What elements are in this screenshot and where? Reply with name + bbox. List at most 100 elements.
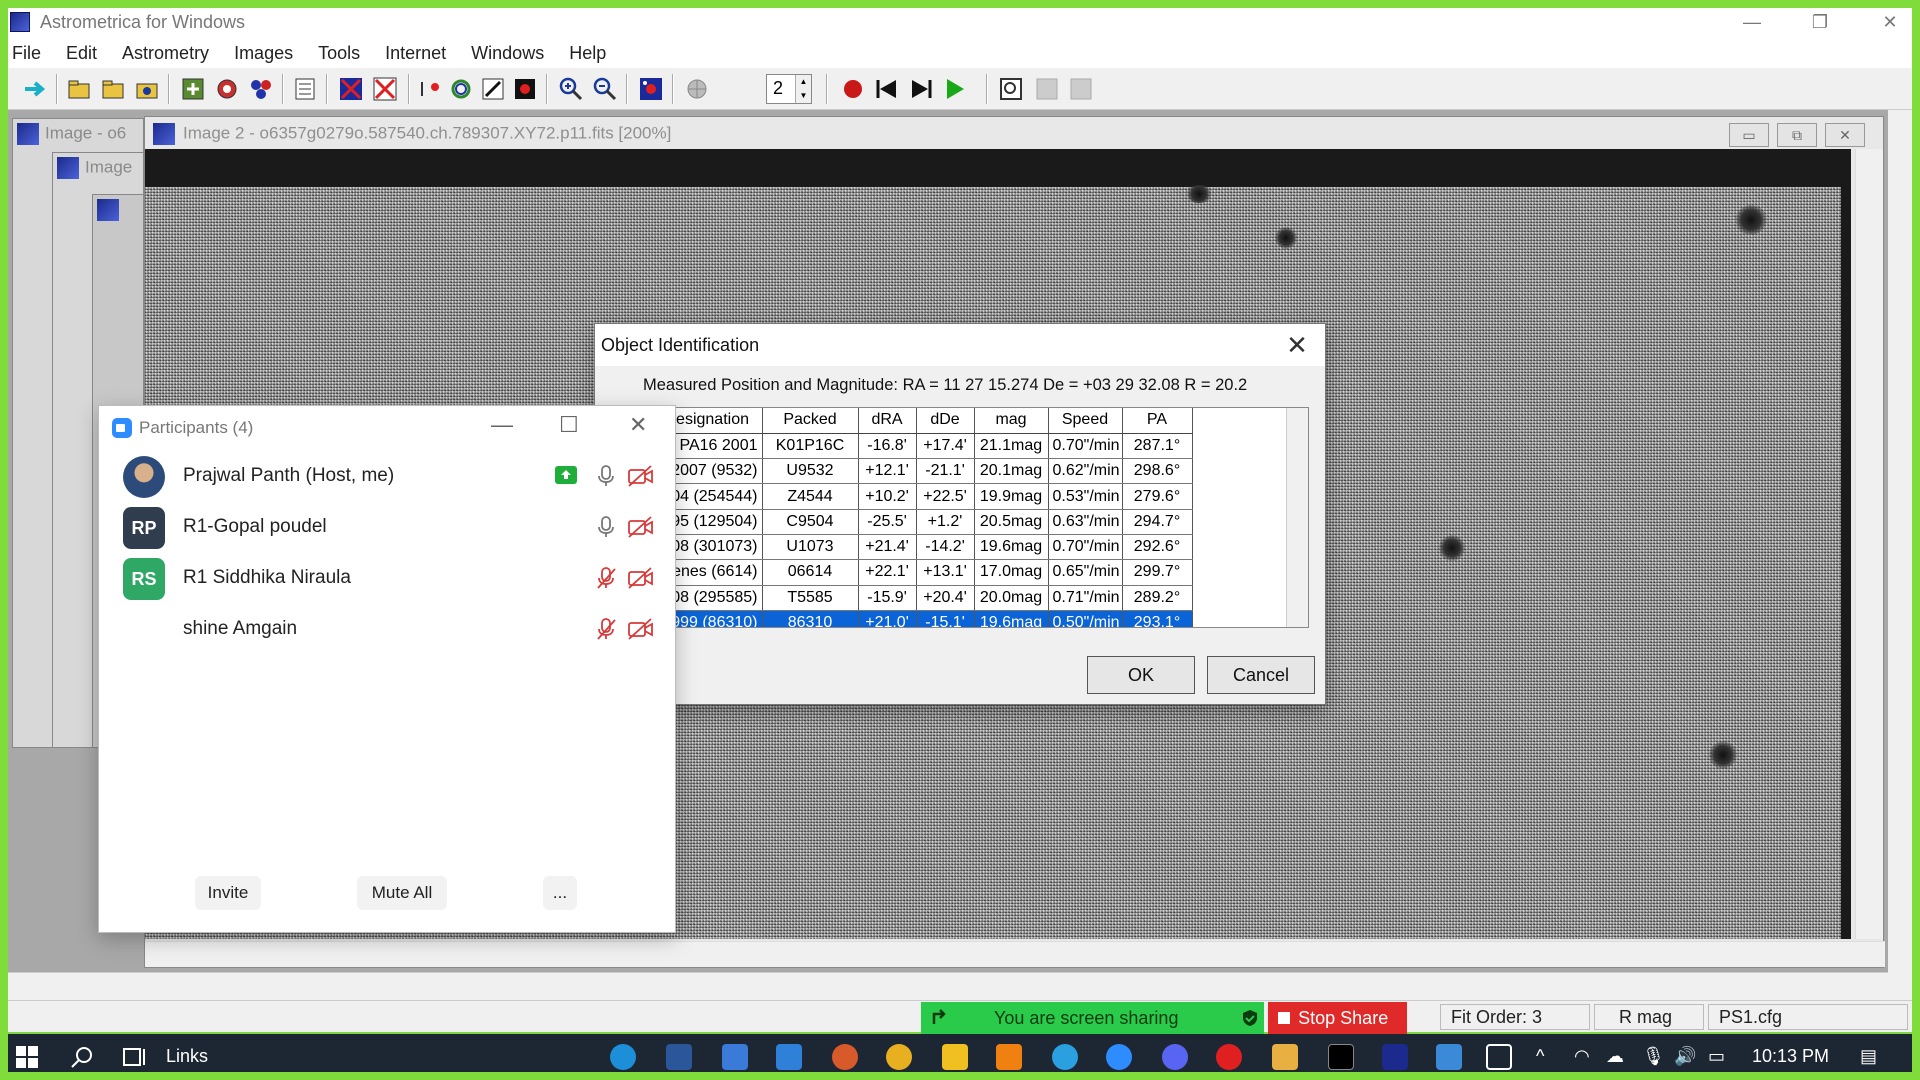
menu-internet[interactable]: Internet (381, 43, 455, 64)
chevron-up-icon[interactable]: ^ (1536, 1046, 1544, 1067)
cloud-icon[interactable]: ☁ (1606, 1046, 1624, 1067)
stepper-up-icon[interactable]: ▲ (795, 75, 811, 89)
wifi-icon[interactable]: ◠ (1574, 1046, 1590, 1067)
grid-header-cell[interactable]: dDe (916, 408, 975, 434)
telegram-icon[interactable] (1052, 1044, 1078, 1070)
paint-icon[interactable] (832, 1044, 858, 1070)
image-minimize-button[interactable]: ▭ (1729, 123, 1769, 147)
record-icon[interactable] (840, 76, 866, 102)
grid-header-cell[interactable]: Speed (1048, 408, 1123, 434)
terminal-icon[interactable] (1328, 1044, 1354, 1070)
grid-header-cell[interactable]: Designation (666, 408, 763, 434)
close-button[interactable]: ✕ (1860, 8, 1920, 36)
track-icon[interactable] (480, 76, 506, 102)
menu-windows[interactable]: Windows (467, 43, 553, 64)
microphone-muted-icon[interactable] (595, 617, 617, 641)
table-row[interactable]: (301073) 2008 UU200U1073+21.4'-14.2'19.6… (666, 534, 1193, 561)
open-folder-icon[interactable] (66, 76, 92, 102)
star-chart-icon[interactable] (638, 76, 664, 102)
objects-icon[interactable] (248, 76, 274, 102)
zoom-out-icon[interactable] (592, 76, 618, 102)
arrow-icon[interactable] (22, 76, 48, 102)
stepper-down-icon[interactable]: ▼ (795, 89, 811, 103)
grid-header-cell[interactable]: dRA (858, 408, 917, 434)
panel-minimize-button[interactable]: — (491, 412, 513, 438)
grid-vertical-scrollbar[interactable] (1286, 408, 1308, 627)
notifications-icon[interactable]: ▤ (1860, 1046, 1877, 1067)
image-close-button[interactable]: ✕ (1825, 123, 1865, 147)
microphone-muted-icon[interactable] (595, 566, 617, 590)
menu-help[interactable]: Help (565, 43, 615, 64)
remote-desktop-icon[interactable] (1436, 1044, 1462, 1070)
image-vertical-scrollbar[interactable] (1855, 149, 1883, 939)
microphone-icon[interactable] (595, 464, 617, 488)
menu-images[interactable]: Images (230, 43, 302, 64)
restore-button[interactable]: ❐ (1790, 8, 1850, 36)
grid-header-cell[interactable]: PA (1122, 408, 1193, 434)
task-view-icon[interactable] (122, 1045, 148, 1069)
table-row[interactable]: (295585) 2008 SS124T5585-15.9'+20.4'20.0… (666, 585, 1193, 611)
disabled-tool-2-icon[interactable] (1068, 76, 1094, 102)
panel-close-button[interactable]: ✕ (629, 412, 647, 438)
volume-icon[interactable]: 🔊 (1674, 1046, 1696, 1067)
table-row[interactable]: (9532) 2007 XO46U9532+12.1'-21.1'20.1mag… (666, 458, 1193, 485)
invite-button[interactable]: Invite (195, 876, 261, 910)
open-folder-2-icon[interactable] (100, 76, 126, 102)
edge-icon[interactable] (610, 1044, 636, 1070)
grid-header-cell[interactable]: Packed (762, 408, 859, 434)
cancel-button[interactable]: Cancel (1207, 656, 1315, 694)
frame-stepper[interactable]: 2 ▲ ▼ (766, 74, 812, 104)
table-row[interactable]: (254544) 2004 RY294Z4544+10.2'+22.5'19.9… (666, 483, 1193, 510)
app-yellow-icon[interactable] (942, 1044, 968, 1070)
astrometrica-taskbar-icon[interactable] (1382, 1044, 1408, 1070)
disabled-tool-icon[interactable] (1034, 76, 1060, 102)
file-explorer-icon[interactable] (1272, 1044, 1298, 1070)
minimize-button[interactable]: — (1722, 8, 1782, 36)
video-off-icon[interactable] (627, 566, 655, 590)
zoom-in-icon[interactable] (558, 76, 584, 102)
menu-file[interactable]: File (8, 43, 50, 64)
globe-icon[interactable] (684, 76, 710, 102)
play-icon[interactable] (942, 76, 968, 102)
image-restore-button[interactable]: ⧉ (1777, 123, 1817, 147)
image-view-icon[interactable] (998, 76, 1024, 102)
delete-stars-icon[interactable] (338, 76, 364, 102)
clock-time[interactable]: 10:13 PM (1752, 1046, 1829, 1067)
stop-share-button[interactable]: Stop Share (1268, 1002, 1407, 1034)
delete-image-icon[interactable] (372, 76, 398, 102)
video-off-icon[interactable] (627, 617, 655, 641)
discord-icon[interactable] (1162, 1044, 1188, 1070)
settings-icon[interactable] (214, 76, 240, 102)
news-icon[interactable] (1486, 1044, 1512, 1070)
menu-tools[interactable]: Tools (314, 43, 369, 64)
search-icon[interactable] (70, 1045, 94, 1069)
object-grid[interactable]: Designation Packed dRA dDe mag Speed PA 2001 P… (665, 407, 1309, 628)
list-icon[interactable] (292, 76, 318, 102)
microphone-icon[interactable] (595, 515, 617, 539)
zoom-icon[interactable] (1106, 1044, 1132, 1070)
step-back-icon[interactable] (874, 76, 900, 102)
table-row[interactable]: (129504) 1995 SU8C9504-25.5'+1.2'20.5mag… (666, 509, 1193, 535)
blink-icon[interactable] (418, 76, 444, 102)
open-folder-3-icon[interactable] (134, 76, 160, 102)
image-horizontal-scrollbar[interactable] (145, 941, 1885, 967)
links-toolbar[interactable]: Links (166, 1046, 208, 1067)
grid-header-cell[interactable]: mag (974, 408, 1049, 434)
dialog-close-button[interactable]: ✕ (1283, 330, 1311, 361)
table-row[interactable]: (6614) Antisthenes06614+22.1'+13.1'17.0m… (666, 559, 1193, 586)
stack-icon[interactable] (512, 76, 538, 102)
panel-maximize-button[interactable]: ☐ (559, 412, 579, 438)
table-row[interactable]: 2001 PA16 K01P16C -16.8' +17.4' 21.1mag 0.70"… (666, 433, 1193, 460)
participant-row[interactable]: shine Amgain (99, 595, 675, 657)
workspace-horizontal-scrollbar[interactable] (8, 972, 1888, 996)
circle-icon[interactable] (448, 76, 474, 102)
opera-icon[interactable] (1216, 1044, 1242, 1070)
menu-astrometry[interactable]: Astrometry (118, 43, 218, 64)
menu-edit[interactable]: Edit (62, 43, 106, 64)
step-forward-icon[interactable] (908, 76, 934, 102)
microphone-icon[interactable]: 🎙 (1642, 1046, 1665, 1067)
chrome-icon[interactable] (886, 1044, 912, 1070)
video-off-icon[interactable] (627, 515, 655, 539)
video-off-icon[interactable] (627, 464, 655, 488)
word-icon[interactable] (666, 1044, 692, 1070)
